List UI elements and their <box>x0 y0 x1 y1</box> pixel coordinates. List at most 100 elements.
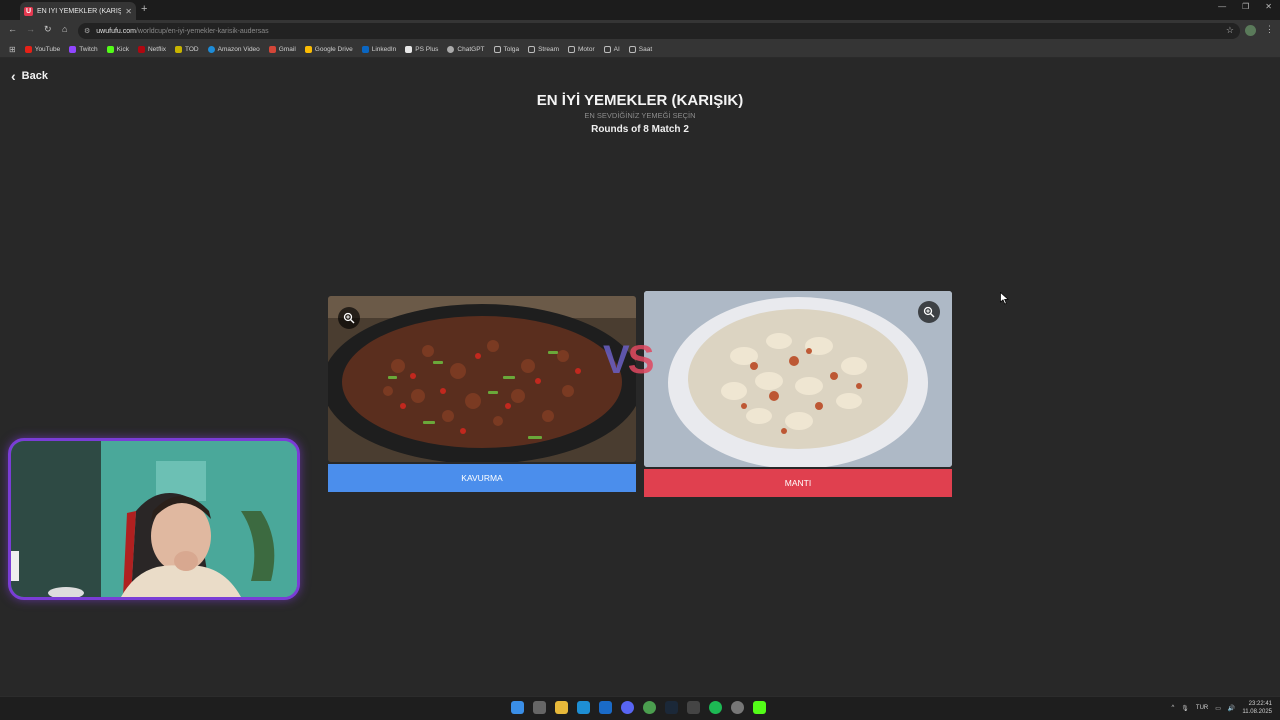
streamer-webcam-feed <box>11 441 297 597</box>
new-tab-icon[interactable]: + <box>141 3 147 15</box>
steam-icon[interactable] <box>665 701 678 714</box>
google-drive-icon <box>304 46 312 53</box>
chrome-icon[interactable] <box>643 701 656 714</box>
folder-icon <box>528 46 536 53</box>
spotify-icon[interactable] <box>709 701 722 714</box>
profile-avatar[interactable] <box>1245 25 1256 36</box>
site-info-icon[interactable]: ⚙ <box>84 27 90 35</box>
bookmark-amazon-video[interactable]: Amazon Video <box>207 46 260 53</box>
zoom-in-icon <box>923 306 935 318</box>
task-view-icon[interactable] <box>533 701 546 714</box>
browser-tab[interactable]: U EN İYİ YEMEKLER (KARIŞIK) | Uw ✕ <box>20 2 136 20</box>
folder-icon <box>568 46 576 53</box>
kick-app-icon[interactable] <box>753 701 766 714</box>
webcam-overlay <box>8 438 300 600</box>
site-favicon-icon: U <box>24 6 33 16</box>
tab-close-icon[interactable]: ✕ <box>125 7 132 16</box>
close-window-icon[interactable]: ✕ <box>1265 2 1272 11</box>
netflix-icon <box>137 46 145 53</box>
url-host: uwufufu.com <box>96 27 136 35</box>
twitch-icon <box>69 46 77 53</box>
zoom-left-button[interactable] <box>338 307 360 329</box>
bookmark-youtube[interactable]: YouTube <box>24 46 60 53</box>
bookmark-kick[interactable]: Kick <box>106 46 129 53</box>
right-option-image[interactable] <box>644 291 952 467</box>
clock-time: 23:22:41 <box>1248 701 1272 707</box>
amazon-video-icon <box>207 46 215 53</box>
clock[interactable]: 23:22:41 11.08.2025 <box>1242 700 1272 716</box>
microphone-icon[interactable]: 🎙 <box>1181 705 1189 712</box>
obs-icon[interactable] <box>731 701 744 714</box>
right-choice-button[interactable]: MANTI <box>644 469 952 497</box>
back-arrow-icon[interactable]: ← <box>8 24 17 34</box>
folder-icon <box>493 46 501 53</box>
bookmark-chatgpt[interactable]: ChatGPT <box>447 46 485 53</box>
bookmark-gmail[interactable]: Gmail <box>268 46 296 53</box>
outlook-icon[interactable] <box>599 701 612 714</box>
bookmark-google-drive[interactable]: Google Drive <box>304 46 353 53</box>
browser-menu-icon[interactable]: ⋮ <box>1265 24 1274 35</box>
address-bar[interactable]: ⚙ uwufufu.com/worldcup/en-iyi-yemekler-k… <box>78 23 1240 39</box>
linkedin-icon <box>361 46 369 53</box>
manti-photo <box>644 291 952 467</box>
folder-icon <box>603 46 611 53</box>
tab-title: EN İYİ YEMEKLER (KARIŞIK) | Uw <box>37 7 122 15</box>
apps-grid-icon[interactable]: ⊞ <box>9 45 16 54</box>
os-taskbar: ^ 🎙 TUR ▭ 🔊 23:22:41 11.08.2025 <box>0 696 1280 720</box>
page-title: EN İYİ YEMEKLER (KARIŞIK) <box>536 92 744 109</box>
chevron-left-icon: ‹ <box>11 68 16 84</box>
clock-date: 11.08.2025 <box>1242 709 1272 715</box>
tod-icon <box>175 46 183 53</box>
taskbar-apps <box>511 701 766 714</box>
kick-icon <box>106 46 114 53</box>
bookmark-folder-stream[interactable]: Stream <box>528 46 559 53</box>
bookmark-folder-ai[interactable]: AI <box>603 46 620 53</box>
gmail-icon <box>268 46 276 53</box>
system-tray: ^ 🎙 TUR ▭ 🔊 23:22:41 11.08.2025 <box>1171 700 1272 716</box>
bookmark-netflix[interactable]: Netflix <box>137 46 166 53</box>
left-option-image[interactable] <box>328 296 636 462</box>
vs-letter-v: V <box>603 338 630 382</box>
mail-icon[interactable] <box>577 701 590 714</box>
tray-overflow-icon[interactable]: ^ <box>1171 705 1174 711</box>
round-indicator: Rounds of 8 Match 2 <box>591 124 689 135</box>
left-choice-button[interactable]: KAVURMA <box>328 464 636 492</box>
reload-icon[interactable]: ↻ <box>44 24 52 35</box>
bookmark-ps-plus[interactable]: PS Plus <box>405 46 438 53</box>
browser-toolbar: ← → ↻ ⌂ ⚙ uwufufu.com/worldcup/en-iyi-ye… <box>0 20 1280 42</box>
ps-plus-icon <box>405 46 413 53</box>
browser-tab-bar: U EN İYİ YEMEKLER (KARIŞIK) | Uw ✕ + — ❐… <box>0 0 1280 20</box>
bookmark-twitch[interactable]: Twitch <box>69 46 98 53</box>
chatgpt-icon <box>447 46 455 53</box>
windows-start-icon[interactable] <box>511 701 524 714</box>
bookmark-tod[interactable]: TOD <box>175 46 199 53</box>
home-icon[interactable]: ⌂ <box>62 24 67 34</box>
vs-label: VS <box>603 338 655 383</box>
file-explorer-icon[interactable] <box>555 701 568 714</box>
bookmark-folder-saat[interactable]: Saat <box>628 46 652 53</box>
app-icon[interactable] <box>687 701 700 714</box>
window-controls: — ❐ ✕ <box>1218 2 1272 11</box>
folder-icon <box>628 46 636 53</box>
zoom-in-icon <box>343 312 355 324</box>
network-icon[interactable]: ▭ <box>1215 705 1221 712</box>
discord-icon[interactable] <box>621 701 634 714</box>
mouse-cursor-icon <box>1000 292 1009 305</box>
vs-letter-s: S <box>627 338 655 382</box>
bookmark-star-icon[interactable]: ☆ <box>1226 25 1234 36</box>
url-text: uwufufu.com/worldcup/en-iyi-yemekler-kar… <box>96 28 268 35</box>
zoom-right-button[interactable] <box>918 301 940 323</box>
back-button[interactable]: ‹ Back <box>11 69 48 83</box>
restore-icon[interactable]: ❐ <box>1242 2 1249 11</box>
minimize-icon[interactable]: — <box>1218 2 1226 11</box>
url-path: /worldcup/en-iyi-yemekler-karisik-auders… <box>135 27 269 35</box>
bookmark-folder-motor[interactable]: Motor <box>568 46 595 53</box>
bookmarks-bar: ⊞ YouTube Twitch Kick Netflix TOD Amazon… <box>0 42 1280 58</box>
youtube-icon <box>24 46 32 53</box>
volume-icon[interactable]: 🔊 <box>1228 705 1235 712</box>
bookmark-folder-tolga[interactable]: Tolga <box>493 46 519 53</box>
bookmark-linkedin[interactable]: LinkedIn <box>361 46 396 53</box>
language-indicator[interactable]: TUR <box>1196 705 1208 711</box>
forward-arrow-icon[interactable]: → <box>26 24 35 34</box>
kavurma-photo <box>328 296 636 462</box>
